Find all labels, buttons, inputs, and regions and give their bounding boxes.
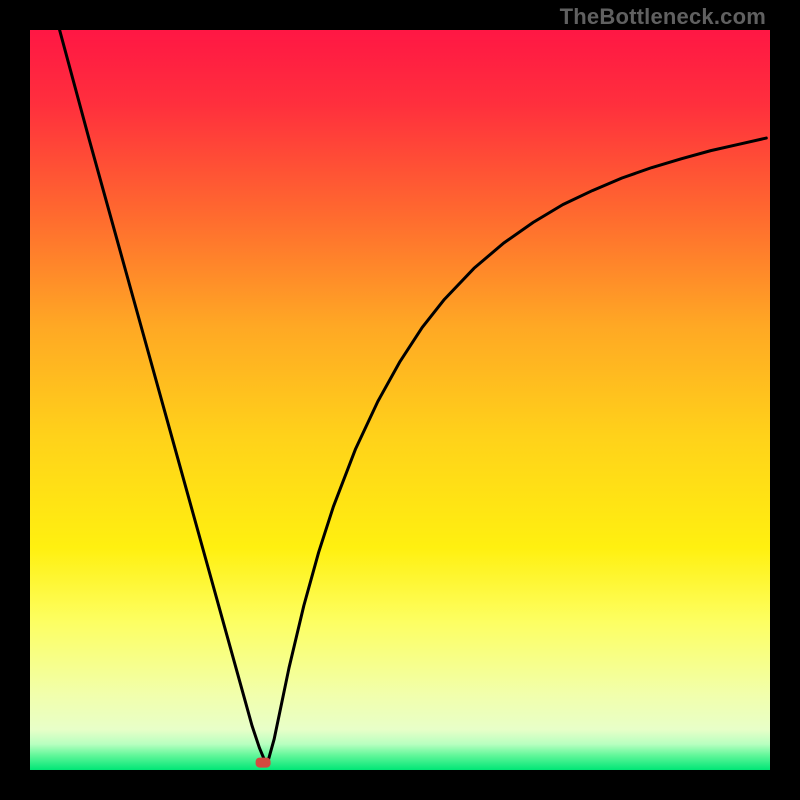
chart-container [30, 30, 770, 770]
watermark-text: TheBottleneck.com [560, 4, 766, 30]
minimum-marker [256, 758, 271, 768]
bottleneck-chart [30, 30, 770, 770]
gradient-background [30, 30, 770, 770]
